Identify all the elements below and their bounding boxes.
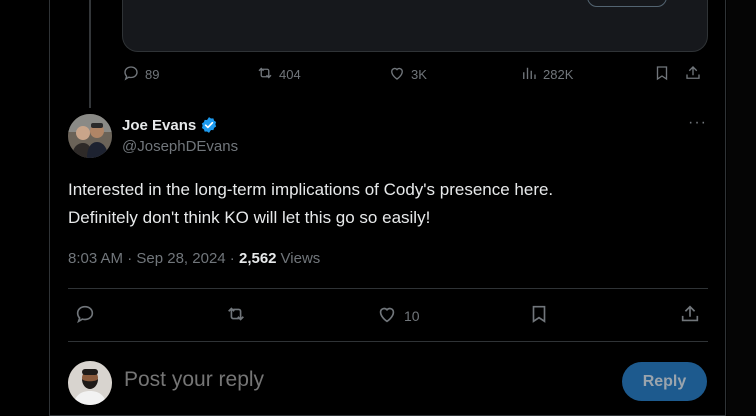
share-icon: [679, 303, 701, 328]
author-name[interactable]: Joe Evans: [122, 117, 196, 134]
tweet-views-count: 2,562: [238, 250, 277, 267]
bookmark-icon: [528, 303, 550, 328]
repost-action[interactable]: 404: [256, 64, 301, 85]
reply-count: 89: [145, 67, 160, 82]
meta-separator: ·: [225, 250, 239, 267]
reply-input[interactable]: [124, 368, 424, 392]
reply-icon: [122, 64, 140, 85]
share-icon: [684, 64, 702, 85]
views-count: 282K: [543, 67, 574, 82]
right-gutter: [727, 0, 756, 416]
repost-count: 404: [279, 67, 301, 82]
divider: [68, 288, 708, 289]
current-user-avatar-image: [68, 361, 112, 405]
tweet-text: Interested in the long-term implications…: [68, 176, 698, 232]
reply-button[interactable]: [74, 303, 96, 328]
left-gutter: [0, 0, 49, 416]
divider: [68, 341, 708, 342]
reply-submit-button[interactable]: Reply: [622, 362, 707, 401]
card-pill-button[interactable]: [587, 0, 667, 7]
meta-separator: ·: [123, 250, 137, 267]
tweet-date[interactable]: Sep 28, 2024: [136, 250, 225, 267]
repost-icon: [225, 303, 247, 328]
like-button[interactable]: 10: [376, 303, 420, 328]
reply-action[interactable]: 89: [122, 64, 159, 85]
share-action[interactable]: [684, 64, 702, 85]
previous-post-actions: 89 404 3K 282K: [122, 64, 708, 88]
thread-connector-line: [89, 0, 91, 108]
share-button[interactable]: [679, 303, 701, 328]
more-options-icon[interactable]: ···: [688, 114, 707, 132]
views-action[interactable]: 282K: [520, 64, 573, 85]
repost-icon: [256, 64, 274, 85]
author-handle[interactable]: @JosephDEvans: [122, 138, 238, 155]
verified-badge-icon[interactable]: [200, 116, 218, 134]
author-name-row[interactable]: Joe Evans: [122, 116, 218, 134]
bookmark-action[interactable]: [653, 64, 671, 85]
like-action[interactable]: 3K: [388, 64, 427, 85]
like-count: 3K: [411, 67, 427, 82]
tweet-views-label: Views: [280, 250, 321, 267]
reply-icon: [74, 303, 96, 328]
tweet-time[interactable]: 8:03 AM: [68, 250, 123, 267]
bookmark-button[interactable]: [528, 303, 550, 328]
tweet-text-line-2: Definitely don't think KO will let this …: [68, 208, 431, 227]
current-user-avatar[interactable]: [68, 361, 112, 405]
tweet-actions: 10: [68, 303, 708, 329]
author-avatar[interactable]: [68, 114, 112, 158]
heart-icon: [376, 303, 398, 328]
repost-button[interactable]: [225, 303, 247, 328]
like-count: 10: [404, 307, 420, 324]
bookmark-icon: [653, 64, 671, 85]
analytics-icon: [520, 64, 538, 85]
avatar-image: [68, 114, 112, 158]
tweet-text-line-1: Interested in the long-term implications…: [68, 180, 554, 199]
heart-icon: [388, 64, 406, 85]
embedded-media-card[interactable]: [122, 0, 708, 52]
tweet-meta: 8:03 AM · Sep 28, 2024 · 2,562 Views: [68, 250, 320, 267]
